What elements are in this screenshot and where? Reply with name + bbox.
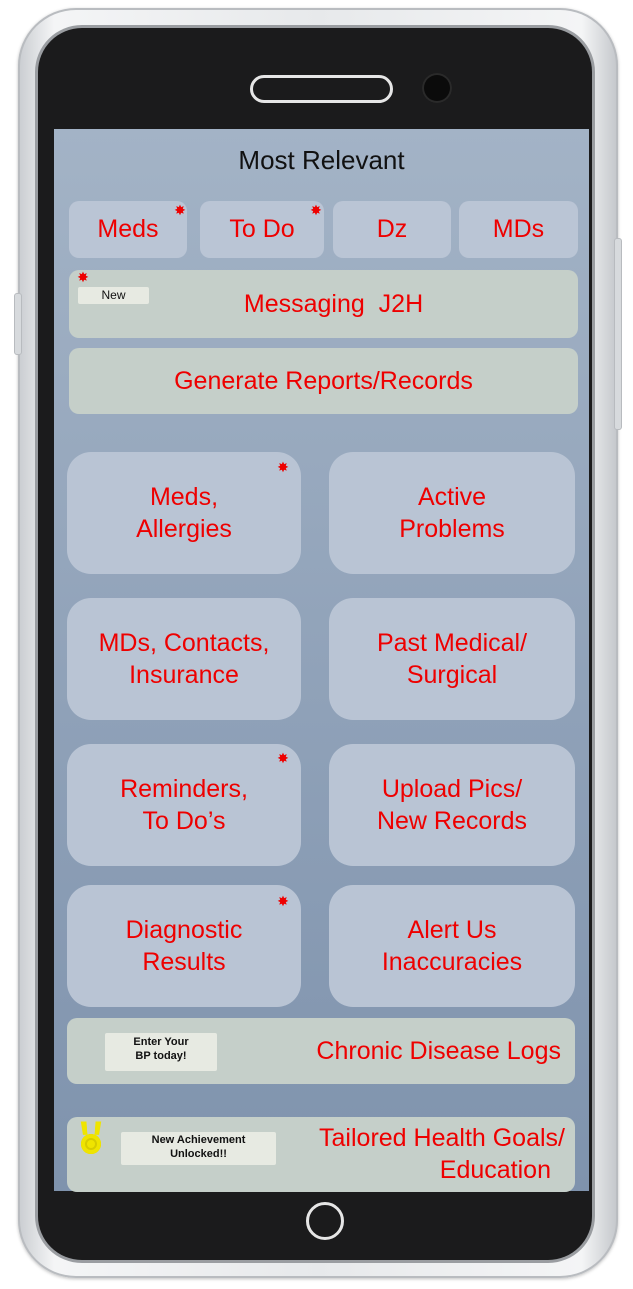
front-camera [422, 73, 452, 103]
mds-contacts-line1: MDs, Contacts, [98, 628, 270, 657]
upload-pics-line1: Upload Pics/ [381, 774, 523, 803]
generate-reports-button[interactable]: Generate Reports/Records [69, 348, 578, 414]
tab-meds[interactable]: Meds [69, 201, 187, 258]
tab-todo[interactable]: To Do [200, 201, 324, 258]
past-medical-surgical-button[interactable]: Past Medical/ Surgical [329, 598, 575, 720]
alert-dot-icon [277, 752, 289, 764]
tab-meds-label: Meds [97, 215, 159, 244]
alert-dot-icon [310, 204, 322, 216]
health-goals-line2: Education [439, 1155, 551, 1184]
past-medical-line1: Past Medical/ [376, 628, 528, 657]
alert-dot-icon [277, 461, 289, 473]
alert-dot-icon [277, 895, 289, 907]
home-button[interactable] [306, 1202, 344, 1240]
reminders-todos-button[interactable]: Reminders, To Do’s [67, 744, 301, 866]
chronic-disease-label: Chronic Disease Logs [316, 1036, 561, 1065]
active-problems-line1: Active [417, 482, 487, 511]
achievement-chip: New Achievement Unlocked!! [121, 1132, 276, 1165]
volume-button [14, 293, 22, 355]
bp-chip-line2: BP today! [135, 1049, 187, 1062]
upload-pics-button[interactable]: Upload Pics/ New Records [329, 744, 575, 866]
mds-contacts-line2: Insurance [129, 661, 239, 689]
past-medical-line2: Surgical [406, 661, 498, 689]
alert-us-line2: Inaccuracies [381, 948, 523, 976]
tab-dz[interactable]: Dz [333, 201, 451, 258]
tab-mds-label: MDs [492, 215, 545, 244]
mds-contacts-insurance-button[interactable]: MDs, Contacts, Insurance [67, 598, 301, 720]
power-button [614, 238, 622, 430]
meds-allergies-line2: Allergies [136, 515, 232, 543]
alert-inaccuracies-button[interactable]: Alert Us Inaccuracies [329, 885, 575, 1007]
tab-mds[interactable]: MDs [459, 201, 578, 258]
alert-dot-icon [77, 271, 89, 283]
achievement-line1: New Achievement [151, 1134, 246, 1146]
reminders-line2: To Do’s [142, 807, 226, 835]
alert-us-line1: Alert Us [407, 915, 497, 944]
speaker-grille [250, 75, 393, 103]
upload-pics-line2: New Records [376, 807, 528, 835]
active-problems-line2: Problems [399, 515, 505, 543]
health-goals-line1: Tailored Health Goals/ [319, 1124, 565, 1153]
messaging-button[interactable]: Messaging J2H [69, 270, 578, 338]
meds-allergies-line1: Meds, [149, 482, 219, 511]
page-title: Most Relevant [238, 145, 405, 175]
achievement-line2: Unlocked!! [170, 1147, 227, 1160]
new-badge: New [78, 287, 149, 304]
generate-reports-label: Generate Reports/Records [174, 366, 473, 395]
alert-dot-icon [174, 204, 186, 216]
meds-allergies-button[interactable]: Meds, Allergies [67, 452, 301, 574]
reminders-line1: Reminders, [120, 774, 248, 803]
tab-todo-label: To Do [229, 215, 295, 244]
medal-icon [80, 1121, 102, 1156]
bp-chip-line1: Enter Your [133, 1036, 189, 1048]
diagnostic-results-button[interactable]: Diagnostic Results [67, 885, 301, 1007]
app-screen: Most Relevant Meds To Do Dz MDs Messagin… [54, 129, 589, 1192]
tab-dz-label: Dz [376, 215, 408, 244]
active-problems-button[interactable]: Active Problems [329, 452, 575, 574]
bp-reminder-chip: Enter Your BP today! [105, 1033, 217, 1071]
diagnostic-line2: Results [142, 948, 226, 976]
messaging-label: Messaging J2H [243, 289, 424, 318]
diagnostic-line1: Diagnostic [125, 915, 243, 944]
